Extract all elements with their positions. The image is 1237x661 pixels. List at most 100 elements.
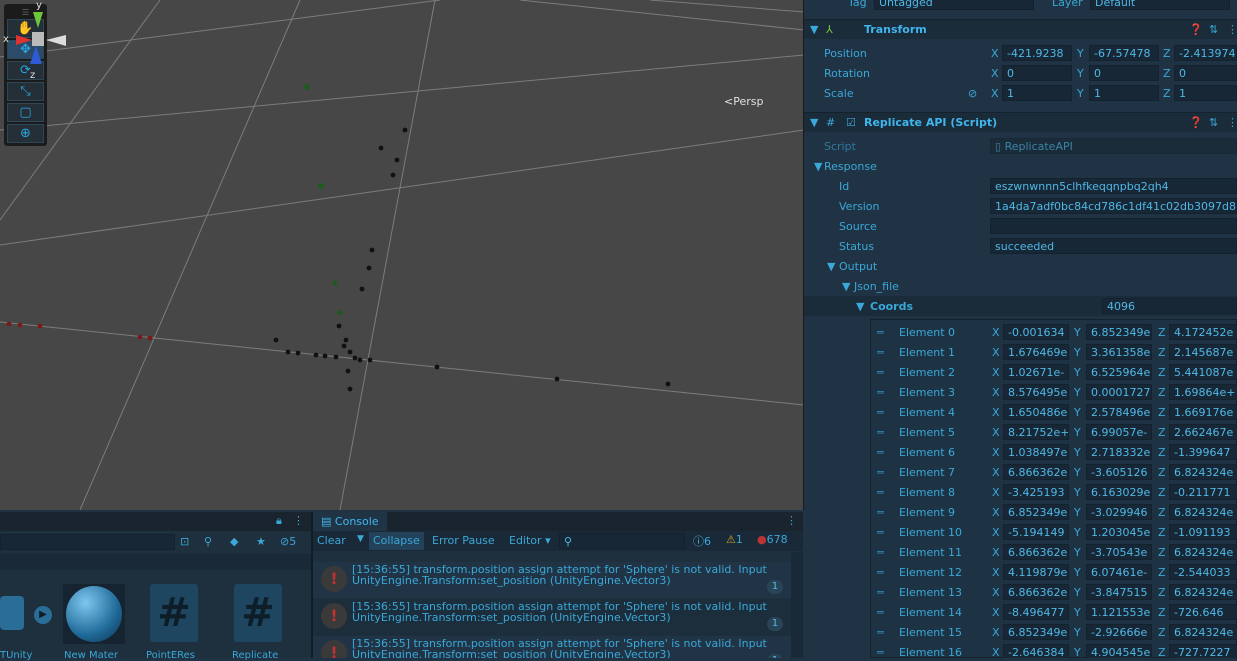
drag-handle-icon[interactable]: ═ (877, 326, 884, 339)
console-log-entry[interactable]: ! [15:36:55] transform.position assign at… (313, 599, 791, 635)
drag-handle-icon[interactable]: ═ (877, 586, 884, 599)
element-z-field[interactable]: 6.824324e (1169, 504, 1237, 520)
version-field[interactable]: 1a4da7adf0bc84cd786c1df41c02db3097d8 (990, 198, 1237, 214)
element-z-field[interactable]: 2.145687e (1169, 344, 1237, 360)
foldout-arrow-icon[interactable]: ▼ (810, 23, 818, 36)
drag-handle-icon[interactable]: ═ (877, 486, 884, 499)
scene-point[interactable] (359, 286, 365, 292)
element-x-field[interactable]: -5.194149 (1003, 524, 1069, 540)
element-z-field[interactable]: -2.544033 (1169, 564, 1237, 580)
console-search-input[interactable]: ⚲ (559, 533, 685, 549)
element-y-field[interactable]: 4.904545e (1086, 644, 1152, 658)
type-filter-icon[interactable]: ⚲ (204, 535, 212, 548)
element-y-field[interactable]: 0.0001727 (1086, 384, 1152, 400)
console-tab[interactable]: ▤ Console (313, 512, 387, 531)
scene-point[interactable] (554, 376, 560, 382)
element-z-field[interactable]: 6.824324e (1169, 624, 1237, 640)
scene-point[interactable] (318, 183, 324, 189)
element-x-field[interactable]: 6.866362e (1003, 544, 1069, 560)
scene-point[interactable] (347, 386, 353, 392)
scene-point[interactable] (137, 334, 143, 340)
presets-icon[interactable]: ⇅ (1209, 23, 1218, 36)
scene-point[interactable] (390, 172, 396, 178)
position-x-field[interactable]: -421.9238 (1002, 45, 1072, 61)
element-x-field[interactable]: 6.852349e (1003, 504, 1069, 520)
scene-point[interactable] (273, 337, 279, 343)
scene-point[interactable] (352, 355, 358, 361)
drag-handle-icon[interactable]: ═ (877, 546, 884, 559)
element-z-field[interactable]: 6.824324e (1169, 584, 1237, 600)
drag-handle-icon[interactable]: ═ (877, 526, 884, 539)
drag-handle-icon[interactable]: ═ (877, 386, 884, 399)
search-filter-icon[interactable]: ⊡ (180, 535, 189, 548)
foldout-arrow-icon[interactable]: ▼ (842, 280, 850, 293)
drag-handle-icon[interactable]: ═ (877, 426, 884, 439)
scene-point[interactable] (394, 157, 400, 163)
script-component-header[interactable]: ▼ # ☑ Replicate API (Script) ❓ ⇅ ⋮ (804, 112, 1237, 132)
response-row[interactable]: ▼ Response (804, 156, 1237, 176)
element-z-field[interactable]: 6.824324e (1169, 464, 1237, 480)
scene-point[interactable] (369, 247, 375, 253)
enabled-checkbox-icon[interactable]: ☑ (846, 116, 856, 129)
drag-handle-icon[interactable]: ═ (877, 506, 884, 519)
element-z-field[interactable]: 5.441087e (1169, 364, 1237, 380)
element-y-field[interactable]: -3.847515 (1086, 584, 1152, 600)
element-y-field[interactable]: 6.163029e (1086, 484, 1152, 500)
clear-button[interactable]: Clear (313, 532, 350, 550)
scene-point[interactable] (295, 350, 301, 356)
rect-tool-icon[interactable]: ▢ (7, 103, 44, 122)
drag-handle-icon[interactable]: ═ (877, 446, 884, 459)
scene-point[interactable] (357, 357, 363, 363)
kebab-menu-icon[interactable]: ⋮ (786, 514, 797, 527)
element-x-field[interactable]: -3.425193 (1003, 484, 1069, 500)
rotation-y-field[interactable]: 0 (1089, 65, 1159, 81)
element-y-field[interactable]: 6.07461e- (1086, 564, 1152, 580)
status-field[interactable]: succeeded (990, 238, 1237, 254)
orientation-gizmo[interactable]: y x z (0, 0, 80, 80)
rotation-x-field[interactable]: 0 (1002, 65, 1072, 81)
console-scrollbar[interactable] (791, 552, 803, 658)
scene-point[interactable] (304, 84, 310, 90)
json-file-row[interactable]: ▼ Json_file (804, 276, 1237, 296)
foldout-arrow-icon[interactable]: ▼ (827, 260, 835, 273)
coords-size-field[interactable]: 4096 (1102, 298, 1237, 314)
element-y-field[interactable]: 3.361358e (1086, 344, 1152, 360)
scene-point[interactable] (322, 353, 328, 359)
element-y-field[interactable]: 6.99057e- (1086, 424, 1152, 440)
element-y-field[interactable]: 6.852349e (1086, 324, 1152, 340)
error-pause-button[interactable]: Error Pause (428, 532, 499, 550)
help-icon[interactable]: ❓ (1189, 116, 1203, 129)
scale-x-field[interactable]: 1 (1002, 85, 1072, 101)
element-z-field[interactable]: -0.211771 (1169, 484, 1237, 500)
persp-label[interactable]: <Persp (724, 95, 763, 108)
element-x-field[interactable]: 4.119879e (1003, 564, 1069, 580)
drag-handle-icon[interactable]: ═ (877, 366, 884, 379)
drag-handle-icon[interactable]: ═ (877, 346, 884, 359)
warning-count-toggle[interactable]: ⚠1 (726, 533, 743, 546)
scene-point[interactable] (347, 349, 353, 355)
element-z-field[interactable]: 1.69864e+ (1169, 384, 1237, 400)
scene-point[interactable] (341, 343, 347, 349)
element-x-field[interactable]: 8.21752e+ (1003, 424, 1069, 440)
element-x-field[interactable]: 1.650486e (1003, 404, 1069, 420)
position-z-field[interactable]: -2.413974 (1174, 45, 1237, 61)
element-y-field[interactable]: -2.92666e (1086, 624, 1152, 640)
element-y-field[interactable]: -3.70543e (1086, 544, 1152, 560)
element-y-field[interactable]: -3.029946 (1086, 504, 1152, 520)
scene-point[interactable] (333, 354, 339, 360)
element-x-field[interactable]: -2.646384 (1003, 644, 1069, 658)
drag-handle-icon[interactable]: ═ (877, 466, 884, 479)
scene-point[interactable] (6, 321, 12, 327)
scene-point[interactable] (332, 280, 338, 286)
element-x-field[interactable]: -8.496477 (1003, 604, 1069, 620)
scene-point[interactable] (147, 335, 153, 341)
label-filter-icon[interactable]: ◆ (230, 535, 238, 548)
transform-tool-icon[interactable]: ⊕ (7, 124, 44, 143)
scale-tool-icon[interactable]: ⤡ (7, 82, 44, 101)
scene-point[interactable] (336, 323, 342, 329)
asset-tunity[interactable]: ▶ (0, 584, 62, 644)
favorite-icon[interactable]: ★ (256, 535, 266, 548)
project-search-input[interactable] (0, 534, 175, 550)
rotation-z-field[interactable]: 0 (1174, 65, 1237, 81)
tag-dropdown[interactable]: Untagged (874, 0, 1034, 10)
